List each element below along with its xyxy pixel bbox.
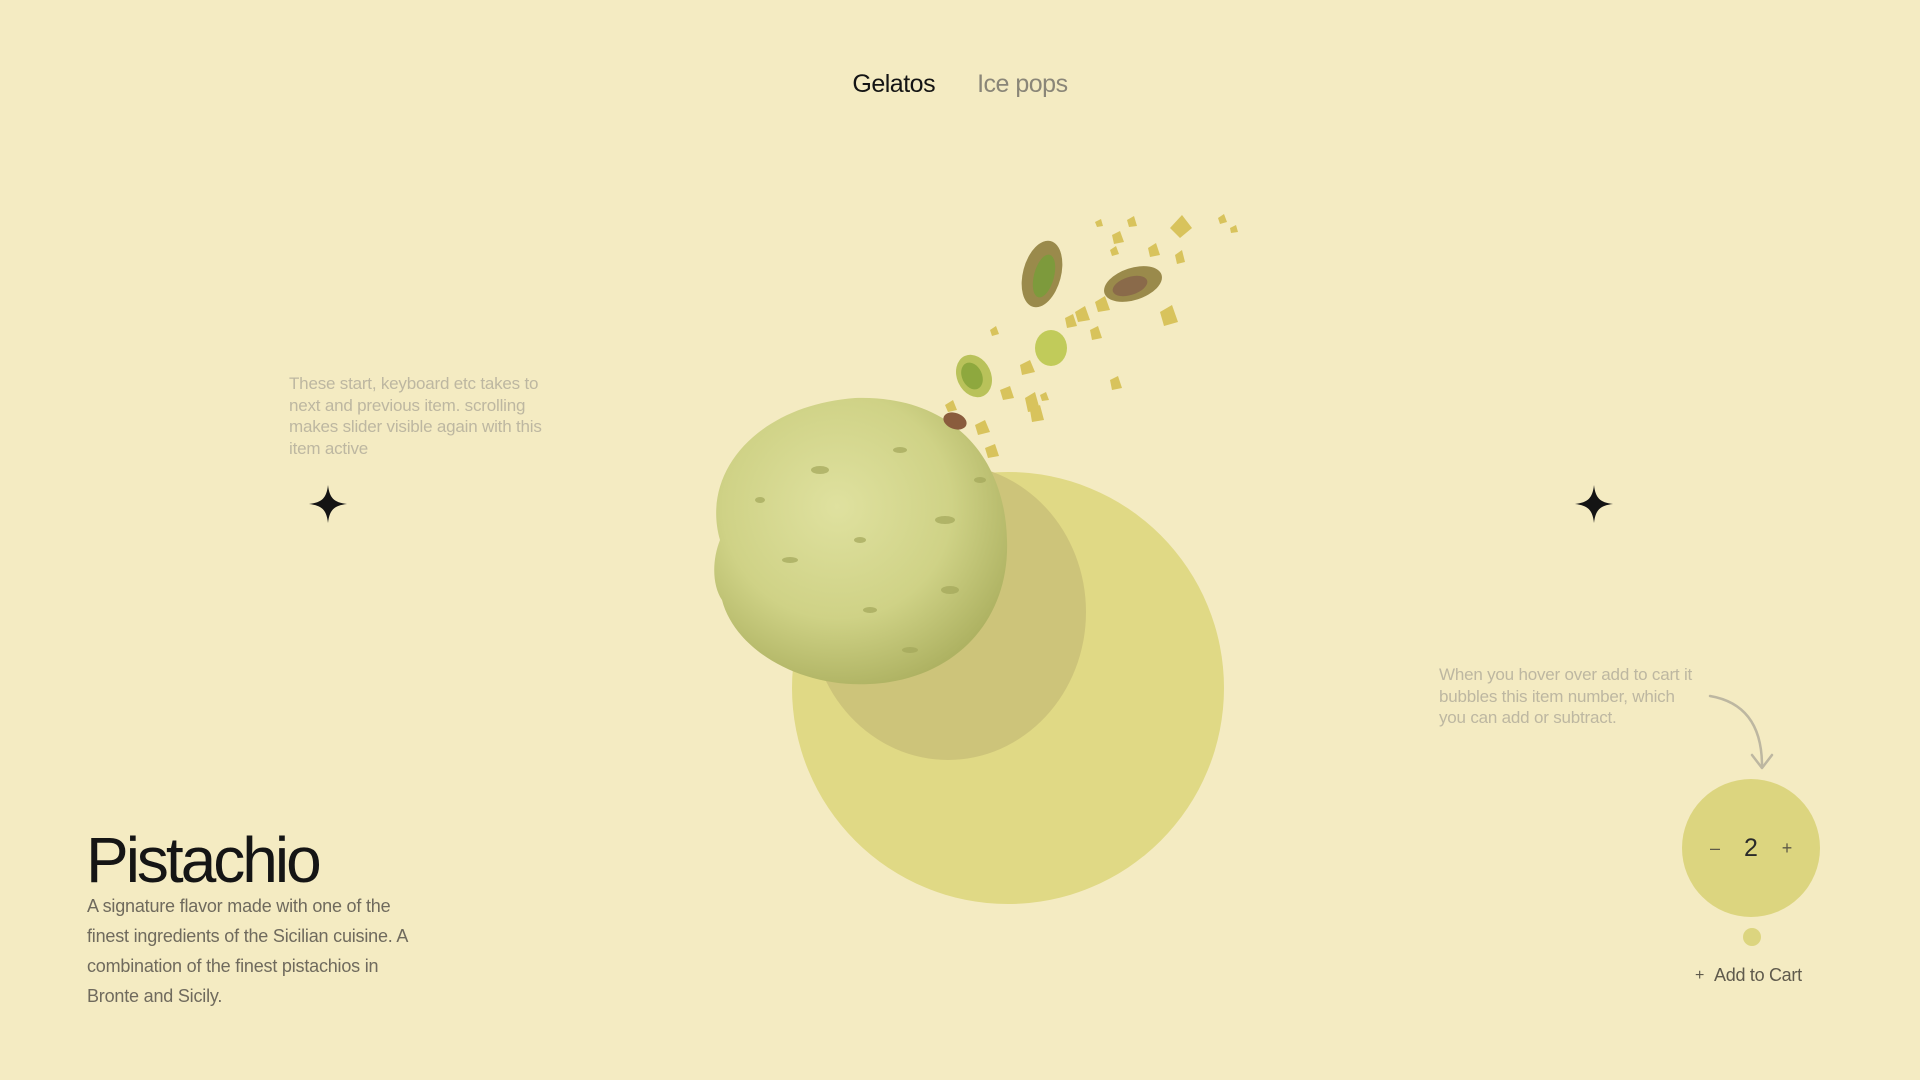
quantity-value: 2 xyxy=(1744,833,1758,862)
plus-icon: + xyxy=(1695,966,1705,984)
sparkle-icon xyxy=(1575,485,1613,523)
backdrop-circle xyxy=(792,472,1224,904)
quantity-stepper: – 2 + xyxy=(1682,779,1820,917)
pistachio-crumbs xyxy=(945,214,1238,458)
bubble-dot xyxy=(1743,928,1761,946)
product-name: Pistachio xyxy=(86,823,322,896)
scoop-texture xyxy=(755,447,986,653)
scoop-shadow xyxy=(810,464,1086,760)
increment-button[interactable]: + xyxy=(1768,838,1806,859)
sparkle-icon xyxy=(309,485,347,523)
tab-ice-pops[interactable]: Ice pops xyxy=(977,70,1068,99)
add-to-cart-label: Add to Cart xyxy=(1714,965,1802,985)
pistachio-nuts xyxy=(943,240,1162,430)
tab-gelatos[interactable]: Gelatos xyxy=(852,70,935,99)
product-description: A signature flavor made with one of the … xyxy=(87,896,408,1006)
decrement-button[interactable]: – xyxy=(1696,838,1734,859)
pistachio-scoop xyxy=(714,397,1008,685)
gelato-page: Gelatos Ice pops These start, keyboard e… xyxy=(0,0,1920,1080)
slider-hint-note: These start, keyboard etc takes to next … xyxy=(289,374,542,458)
category-tabs: Gelatos Ice pops xyxy=(0,70,1920,99)
curved-arrow-icon xyxy=(1708,694,1774,770)
add-to-cart-button[interactable]: + Add to Cart xyxy=(1695,965,1802,986)
cart-hint-note: When you hover over add to cart it bubbl… xyxy=(1439,665,1693,727)
